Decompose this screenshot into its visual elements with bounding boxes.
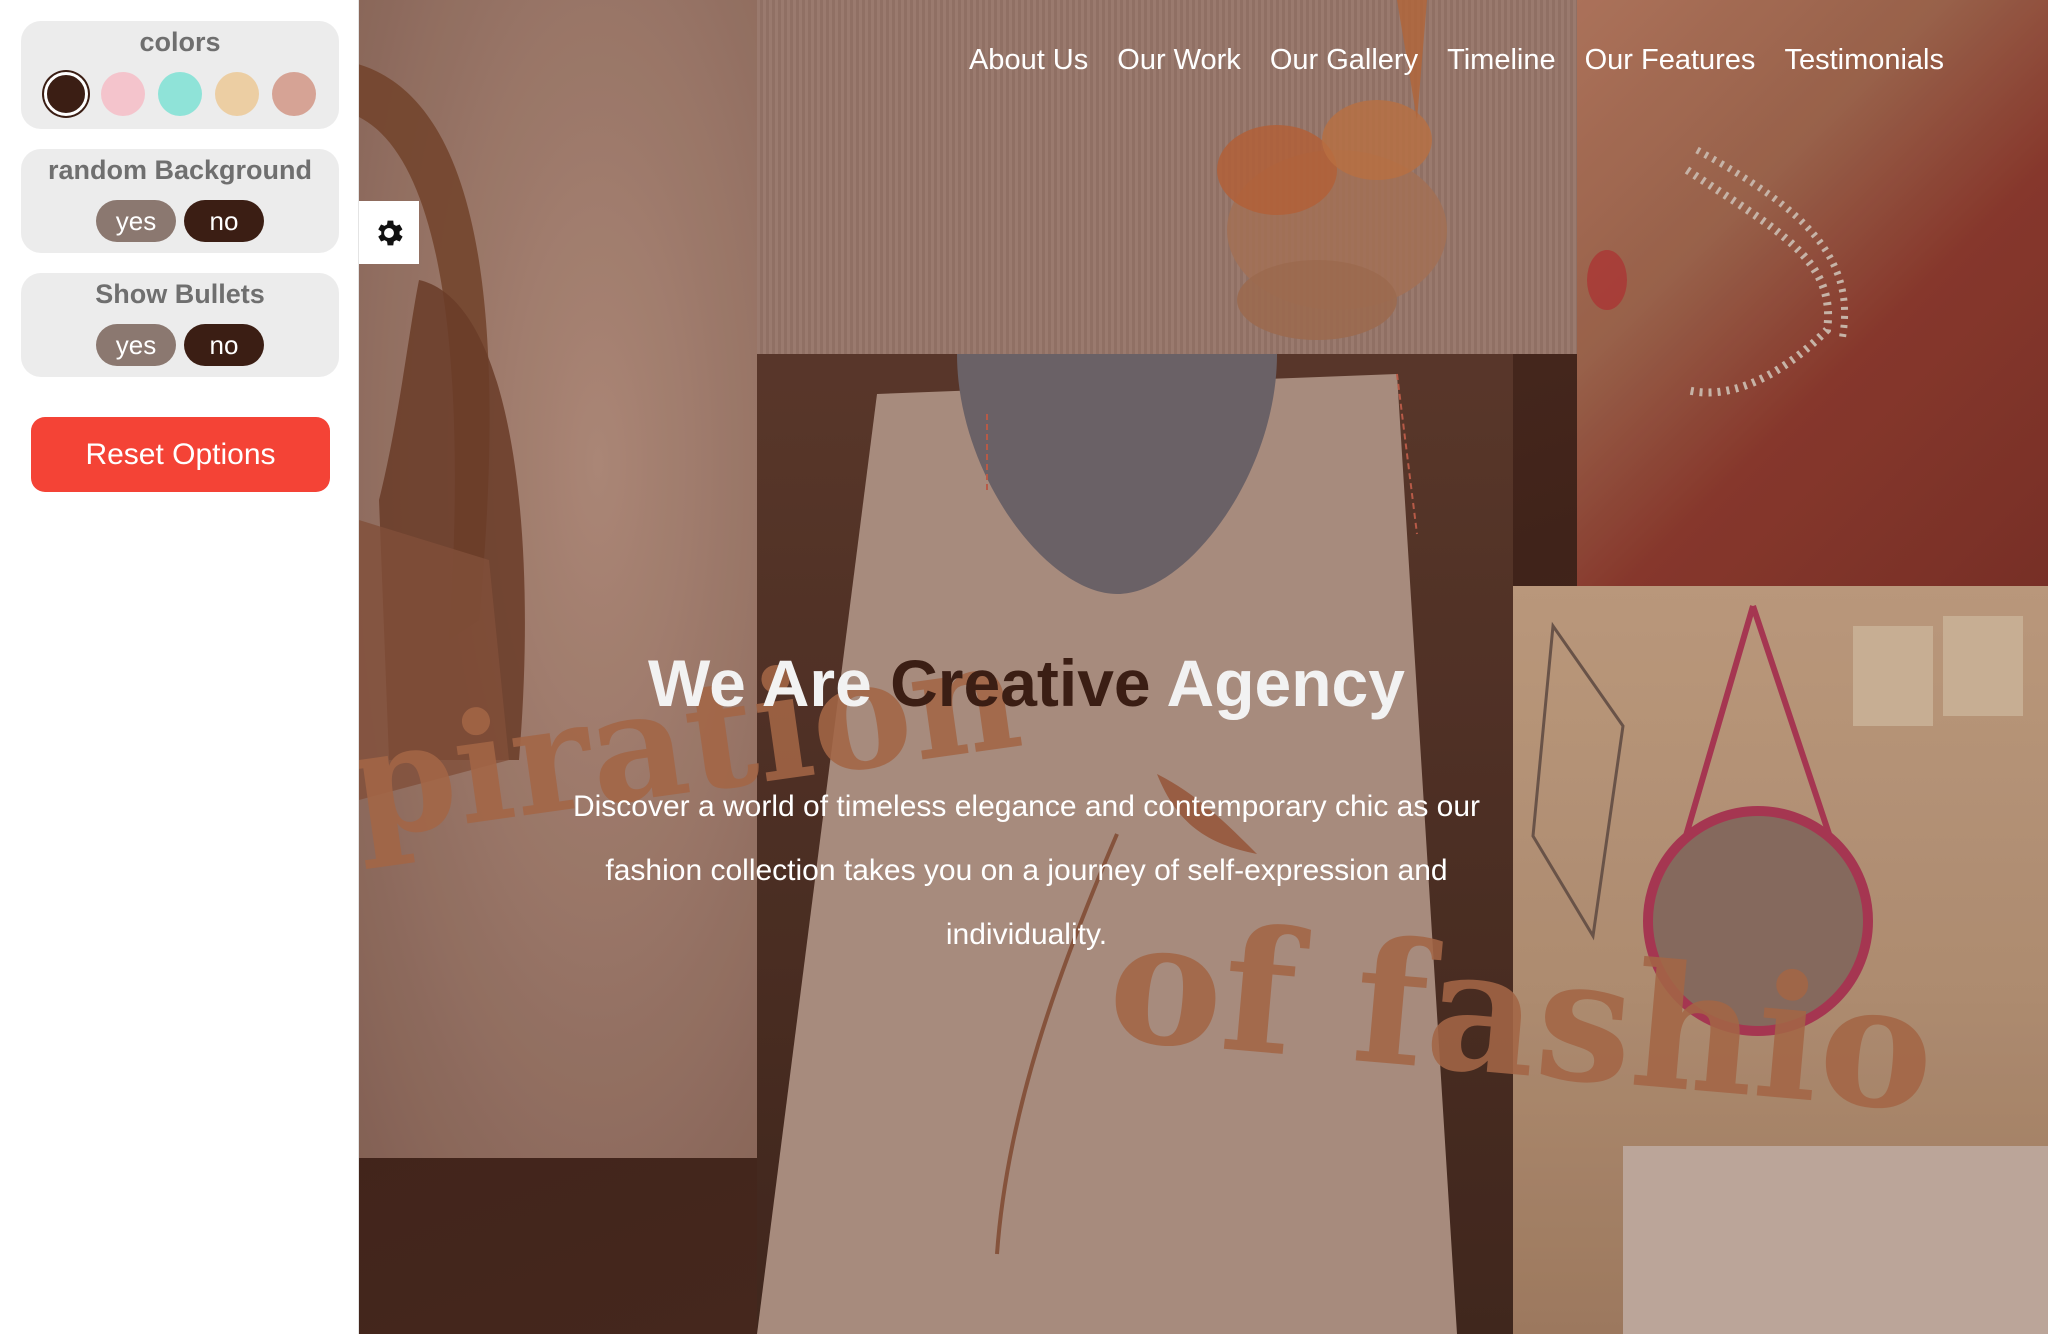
color-swatches [21, 72, 339, 116]
nav-timeline[interactable]: Timeline [1447, 44, 1556, 77]
nav-testimonials[interactable]: Testimonials [1784, 44, 1944, 77]
random-background-toggle: yes no [21, 200, 339, 242]
colors-option-box: colors [21, 21, 339, 129]
show-bullets-title: Show Bullets [95, 279, 265, 309]
show-bullets-yes-button[interactable]: yes [96, 324, 176, 366]
color-swatch-pink[interactable] [101, 72, 145, 116]
nav-our-gallery[interactable]: Our Gallery [1270, 44, 1418, 77]
color-swatch-beige[interactable] [215, 72, 259, 116]
color-swatch-rose[interactable] [272, 72, 316, 116]
hero-description: Discover a world of timeless elegance an… [572, 790, 1481, 951]
random-background-title: random Background [47, 155, 313, 185]
random-background-no-button[interactable]: no [184, 200, 264, 242]
show-bullets-no-button[interactable]: no [184, 324, 264, 366]
nav-our-features[interactable]: Our Features [1585, 44, 1756, 77]
gear-icon [378, 220, 403, 245]
hero-title-accent: Creative [890, 646, 1151, 720]
main-navigation: About Us Our Work Our Gallery Timeline O… [969, 44, 1944, 77]
hero-section: piration of fashio About Us Our Work Our… [359, 0, 2048, 1334]
nav-about-us[interactable]: About Us [969, 44, 1088, 77]
colors-title: colors [139, 27, 221, 57]
color-swatch-dark-brown[interactable] [44, 72, 88, 116]
reset-options-button[interactable]: Reset Options [31, 417, 330, 492]
hero-title: We Are Creative Agency [359, 645, 1694, 721]
color-swatch-turquoise[interactable] [158, 72, 202, 116]
hero-title-end: Agency [1150, 646, 1405, 720]
show-bullets-toggle: yes no [21, 324, 339, 366]
settings-toggle-button[interactable] [359, 201, 419, 264]
hero-title-start: We Are [648, 646, 891, 720]
nav-our-work[interactable]: Our Work [1117, 44, 1241, 77]
settings-panel: colors random Background yes no Show Bul… [0, 0, 359, 1334]
show-bullets-option-box: Show Bullets yes no [21, 273, 339, 377]
random-background-option-box: random Background yes no [21, 149, 339, 253]
random-background-yes-button[interactable]: yes [96, 200, 176, 242]
